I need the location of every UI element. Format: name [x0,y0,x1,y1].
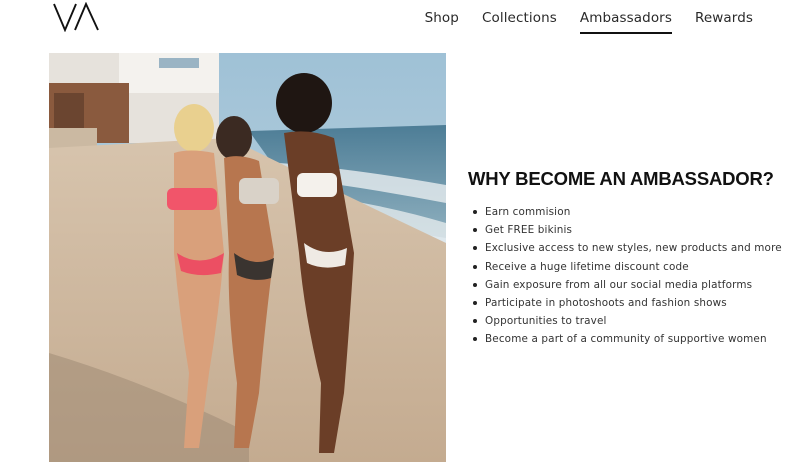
benefit-text: Opportunities to travel [485,315,607,328]
beach-photo [49,53,446,462]
main-nav: Shop Collections Ambassadors Rewards [402,10,753,34]
list-item: Opportunities to travel [468,312,768,330]
list-item: Earn commision [468,203,768,221]
bullet-icon [473,282,477,287]
nav-item-rewards[interactable]: Rewards [695,10,753,32]
benefit-text: Receive a huge lifetime discount code [485,260,689,273]
benefits-list: Earn commision Get FREE bikinis Exclusiv… [468,203,782,349]
bullet-icon [473,301,477,306]
va-logo-mark [53,2,99,32]
bullet-icon [473,264,477,269]
hero-image [49,53,446,462]
list-item: Receive a huge lifetime discount code [468,258,768,276]
benefit-text: Gain exposure from all our social media … [485,278,753,291]
list-item: Get FREE bikinis [468,221,768,239]
bullet-icon [473,246,477,251]
list-item: Participate in photoshoots and fashion s… [468,294,768,312]
section-headline: WHY BECOME AN AMBASSADOR? [468,168,774,189]
benefit-text: Earn commision [485,206,571,219]
nav-item-ambassadors[interactable]: Ambassadors [579,10,672,34]
bullet-icon [473,210,477,215]
list-item: Exclusive access to new styles, new prod… [468,239,782,257]
bullet-icon [473,228,477,233]
nav-item-shop[interactable]: Shop [425,10,459,32]
list-item: Become a part of a community of supporti… [468,330,768,348]
list-item: Gain exposure from all our social media … [468,276,768,294]
benefit-text: Participate in photoshoots and fashion s… [485,297,727,310]
benefit-text: Get FREE bikinis [485,224,573,237]
nav-item-collections[interactable]: Collections [482,10,557,32]
ambassador-benefits: WHY BECOME AN AMBASSADOR? Earn commision… [468,168,782,349]
bullet-icon [473,319,477,324]
benefit-text: Exclusive access to new styles, new prod… [485,242,782,255]
benefit-text: Become a part of a community of supporti… [485,333,767,346]
brand-logo[interactable] [52,2,102,32]
bullet-icon [473,337,477,342]
